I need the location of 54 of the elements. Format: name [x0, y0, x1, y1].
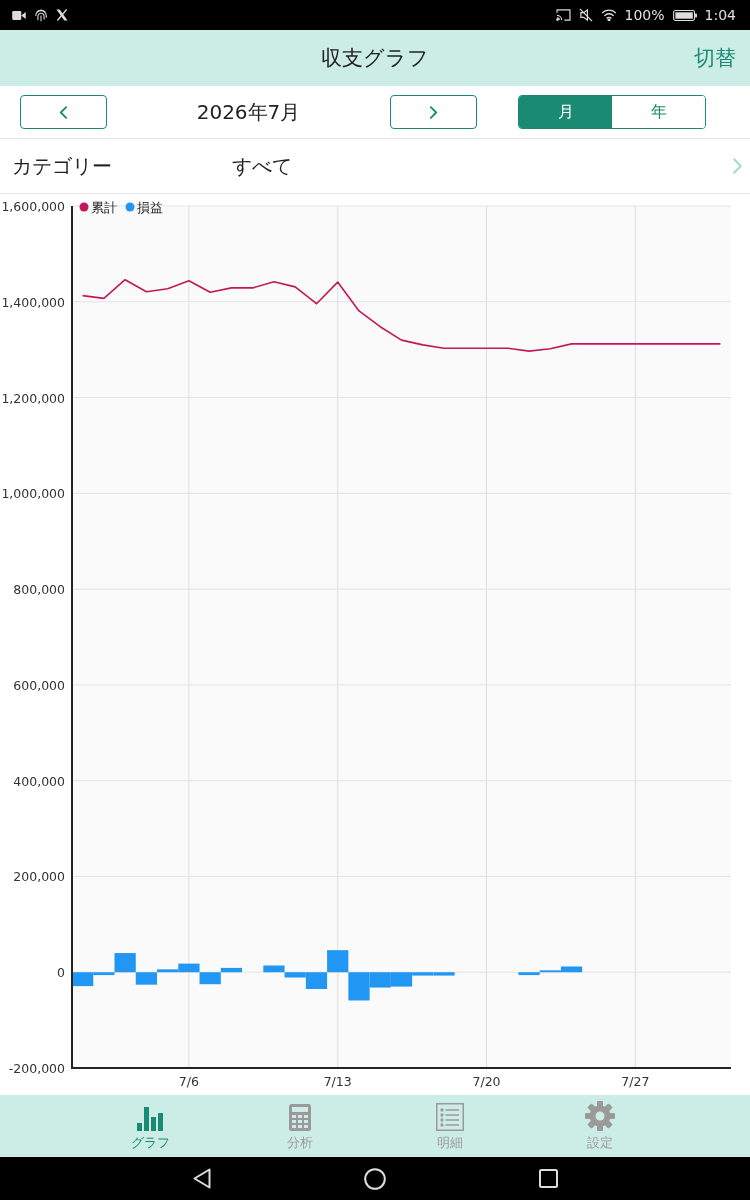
- fingerprint-icon: [34, 8, 48, 22]
- cast-icon: [555, 9, 571, 21]
- nav-tab[interactable]: グラフ: [75, 1095, 225, 1157]
- muted-speaker-icon: [578, 8, 593, 22]
- wifi-icon: [600, 9, 617, 21]
- legend-label: 損益: [137, 200, 163, 215]
- profit-bar: [220, 967, 243, 973]
- loss-bar: [199, 972, 221, 985]
- x-logo-icon: [56, 9, 68, 21]
- chevron-right-icon: [732, 156, 743, 176]
- profit-bar: [263, 965, 285, 973]
- period-tab[interactable]: 月: [519, 96, 612, 128]
- x-axis-label: 7/20: [472, 1074, 501, 1089]
- y-axis-label: -200,000: [8, 1061, 65, 1076]
- y-axis-label: 1,000,000: [1, 486, 65, 502]
- profit-bar: [327, 950, 349, 973]
- legend-label: 累計: [91, 200, 117, 215]
- profit-bar: [114, 953, 136, 973]
- list-icon: [436, 1103, 464, 1131]
- recents-icon[interactable]: [538, 1169, 558, 1188]
- month-label: 2026年7月: [195, 98, 302, 126]
- loss-bar: [135, 972, 158, 985]
- switch-button[interactable]: 切替: [694, 42, 736, 74]
- back-icon[interactable]: [192, 1168, 211, 1189]
- video-camera-icon: [12, 10, 26, 20]
- category-label: カテゴリー: [12, 152, 113, 180]
- previous-month-button[interactable]: [20, 95, 107, 129]
- bar-chart-icon: [137, 1107, 163, 1131]
- y-axis-label: 600,000: [13, 677, 65, 693]
- page-title: 収支グラフ: [321, 45, 429, 72]
- battery-icon: [672, 9, 697, 21]
- y-axis-label: 400,000: [13, 773, 65, 789]
- y-axis-label: 1,200,000: [1, 390, 65, 406]
- next-month-button[interactable]: [390, 95, 477, 129]
- y-axis-label: 1,600,000: [1, 199, 65, 214]
- y-axis-label: 0: [57, 965, 65, 981]
- clock-time: 1:04: [704, 8, 736, 22]
- x-axis-label: 7/13: [323, 1074, 352, 1089]
- nav-tab[interactable]: 明細: [375, 1095, 525, 1157]
- nav-tab[interactable]: 設定: [525, 1095, 675, 1157]
- y-axis-label: 800,000: [13, 582, 65, 598]
- x-axis-label: 7/6: [178, 1074, 199, 1089]
- category-value[interactable]: すべて: [232, 152, 732, 180]
- chevron-right-icon: [429, 105, 438, 119]
- calculator-icon: [289, 1104, 311, 1131]
- settings-icon: [585, 1101, 615, 1131]
- y-axis-label: 200,000: [13, 869, 65, 885]
- chevron-left-icon: [59, 105, 68, 119]
- x-axis-label: 7/27: [621, 1074, 650, 1089]
- y-axis-label: 1,400,000: [1, 294, 65, 310]
- nav-tab[interactable]: 分析: [225, 1095, 375, 1157]
- home-icon[interactable]: [363, 1167, 386, 1190]
- battery-percent: 100%: [624, 8, 665, 22]
- loss-bar: [518, 972, 540, 976]
